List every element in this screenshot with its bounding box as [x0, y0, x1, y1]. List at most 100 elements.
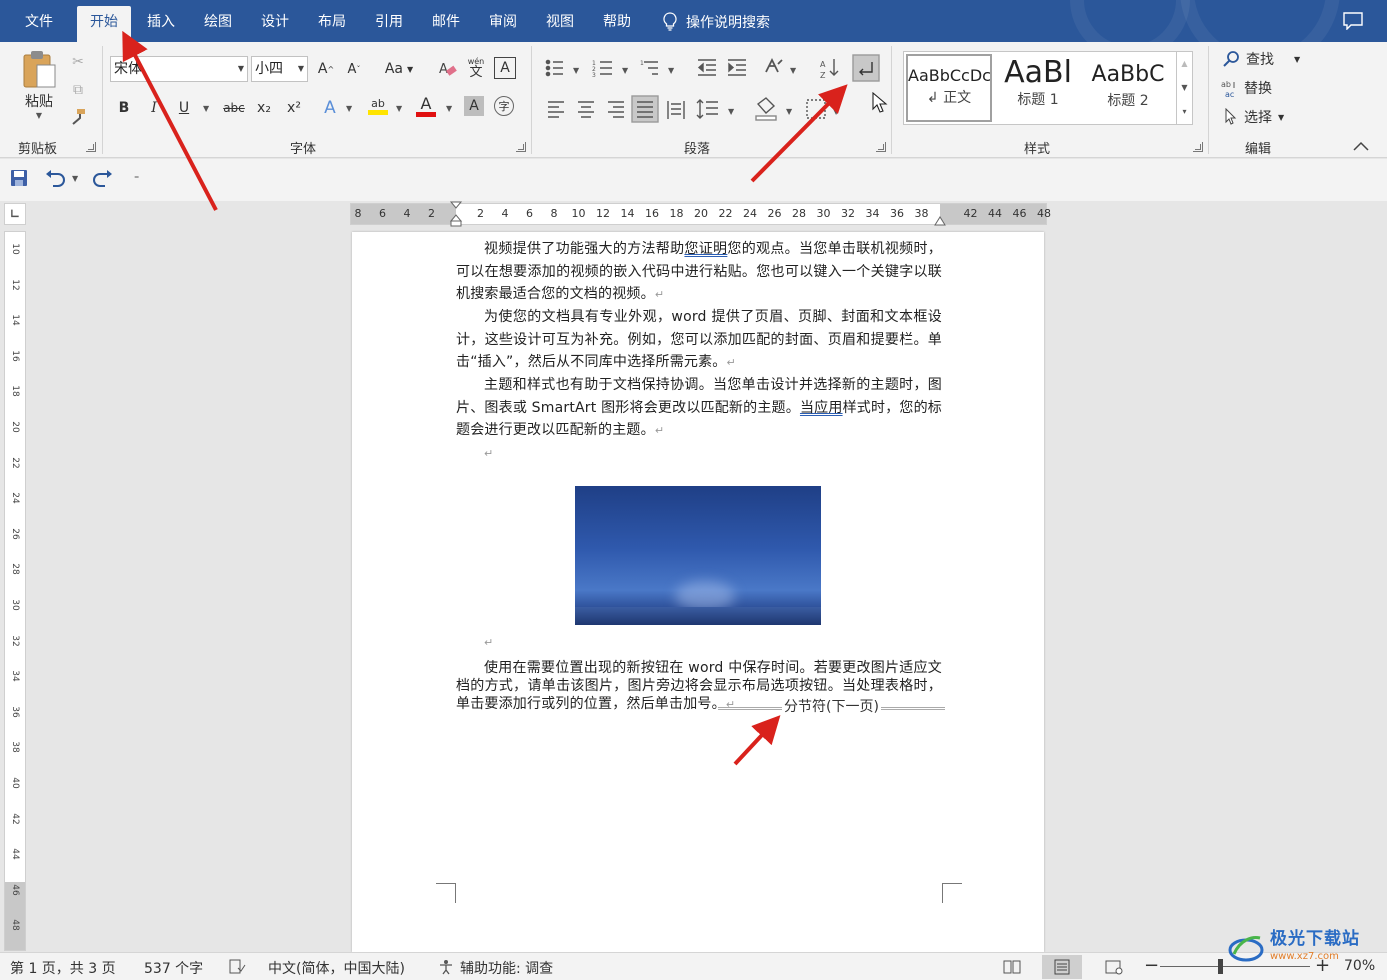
svg-text:▼: ▼ [786, 107, 793, 116]
clipboard-launcher-icon[interactable] [86, 142, 96, 152]
tell-me-label: 操作说明搜索 [686, 15, 770, 31]
justify-button[interactable] [632, 96, 656, 120]
accessibility-status[interactable]: 辅助功能: 调查 [460, 958, 553, 978]
paragraph-launcher-icon[interactable] [876, 142, 886, 152]
paragraph-1[interactable]: 视频提供了功能强大的方法帮助您证明您的观点。当您单击联机视频时，可以在想要添加的… [456, 238, 942, 307]
strikethrough-button[interactable]: abc [219, 96, 249, 120]
tab-layout[interactable]: 布局 [307, 8, 357, 42]
tab-view[interactable]: 视图 [535, 8, 585, 42]
copy-button[interactable]: ⧉ [66, 78, 90, 102]
zoom-out-icon[interactable]: − [1144, 955, 1159, 976]
chevron-down-icon[interactable]: ▼ [203, 104, 209, 113]
character-border-label: A [500, 60, 510, 76]
style-heading-1[interactable]: AaBl 标题 1 [996, 54, 1080, 122]
print-layout-button[interactable] [1042, 955, 1082, 979]
subscript-label: x₂ [257, 100, 271, 116]
enclose-characters-button[interactable]: 字 [494, 96, 514, 116]
shrink-font-button[interactable]: Aˇ [342, 57, 366, 81]
format-painter-button[interactable] [66, 104, 90, 128]
accessibility-icon[interactable] [438, 959, 456, 975]
language[interactable]: 中文(简体，中国大陆) [268, 958, 405, 978]
chevron-down-icon: ▼ [237, 64, 244, 73]
change-case-button[interactable]: Aa ▼ [380, 57, 418, 81]
tab-references[interactable]: 引用 [364, 8, 414, 42]
bullets-icon [545, 59, 563, 77]
redo-icon[interactable] [92, 169, 114, 187]
vertical-ruler[interactable]: 10 12 14 16 18 20 22 24 26 28 30 32 34 36 38 40 42 44 46 48 [4, 231, 26, 951]
tab-mailings[interactable]: 邮件 [421, 8, 471, 42]
undo-icon[interactable] [44, 169, 66, 187]
show-hide-marks-button[interactable] [853, 55, 877, 79]
section-break-next-page[interactable]: 分节符(下一页) [718, 697, 945, 715]
svg-text:▼: ▼ [728, 107, 735, 116]
font-color-swatch [416, 111, 436, 117]
font-name-combo[interactable]: 宋体 ▼ [110, 56, 248, 82]
tab-help[interactable]: 帮助 [592, 8, 642, 42]
underline-button[interactable]: U [172, 96, 196, 120]
paragraph-3[interactable]: 主题和样式也有助于文档保持协调。当您单击设计并选择新的主题时，图片、图表或 Sm… [456, 374, 942, 443]
tab-design[interactable]: 设计 [250, 8, 300, 42]
tab-selector[interactable]: ∟ [4, 203, 26, 225]
svg-text:ab: ab [1221, 80, 1231, 89]
phonetic-guide-button[interactable]: wén 文 [464, 57, 488, 81]
chevron-down-icon[interactable]: ▼ [396, 104, 402, 113]
tab-file[interactable]: 文件 [14, 8, 64, 42]
style-normal[interactable]: AaBbCcDc ↲ 正文 [906, 54, 992, 122]
style-heading-2[interactable]: AaBbC 标题 2 [1084, 54, 1172, 122]
grow-font-button[interactable]: A ^ [314, 57, 338, 81]
subscript-button[interactable]: x₂ [252, 96, 276, 120]
indent-marker-icon[interactable] [449, 201, 463, 227]
text-effects-button[interactable]: A [318, 96, 342, 120]
empty-paragraph[interactable]: ↵ [456, 442, 942, 466]
gallery-up-icon[interactable]: ▲ [1176, 52, 1192, 76]
tab-insert[interactable]: 插入 [136, 8, 186, 42]
read-mode-icon[interactable] [1002, 959, 1022, 975]
tab-draw[interactable]: 绘图 [193, 8, 243, 42]
tell-me-search[interactable]: 操作说明搜索 [662, 12, 770, 32]
document-page[interactable]: 视频提供了功能强大的方法帮助您证明您的观点。当您单击联机视频时，可以在想要添加的… [352, 232, 1044, 952]
word-count[interactable]: 537 个字 [144, 958, 203, 978]
proofing-icon[interactable] [228, 959, 246, 975]
replace-button[interactable]: ab ac 替换 [1220, 77, 1272, 99]
font-launcher-icon[interactable] [516, 142, 526, 152]
empty-paragraph[interactable]: ↵ [456, 631, 942, 655]
font-size-combo[interactable]: 小四 ▼ [251, 56, 308, 82]
page-count[interactable]: 第 1 页，共 3 页 [10, 958, 116, 978]
save-icon[interactable] [10, 169, 28, 187]
collapse-ribbon-icon[interactable] [1352, 140, 1370, 152]
cut-button[interactable]: ✂ [66, 50, 90, 74]
font-color-button[interactable]: A [414, 94, 438, 118]
ruler-tick-label: 32 [10, 634, 20, 647]
ruler-tick-label: 12 [10, 278, 20, 291]
gallery-down-icon[interactable]: ▼ [1176, 76, 1192, 100]
right-indent-marker-icon[interactable] [933, 214, 947, 226]
customize-qat-icon[interactable]: ₌ [134, 171, 139, 182]
tab-review[interactable]: 审阅 [478, 8, 528, 42]
character-shading-button[interactable]: A [464, 96, 484, 116]
select-button[interactable]: 选择 ▼ [1224, 106, 1284, 128]
document-image[interactable] [575, 486, 821, 625]
bold-button[interactable]: B [112, 96, 136, 120]
find-button[interactable]: 查找 ▼ [1222, 48, 1300, 70]
horizontal-ruler[interactable]: 8 6 4 2 2 4 6 8 10 12 14 16 18 20 22 24 26 28 30 32 34 36 38 42… [350, 201, 1051, 227]
paste-button[interactable]: 粘贴 ▼ [14, 48, 64, 120]
chevron-down-icon[interactable]: ▼ [346, 104, 352, 113]
clear-formatting-button[interactable]: A [436, 57, 460, 81]
ruler-tick-label: 48 [1037, 207, 1051, 220]
character-border-button[interactable]: A [494, 57, 516, 79]
italic-button[interactable]: I [142, 96, 166, 120]
zoom-slider-thumb[interactable] [1218, 959, 1223, 974]
ruler-tick-label: 44 [988, 207, 1002, 220]
chevron-down-icon[interactable]: ▼ [446, 104, 452, 113]
highlight-button[interactable]: ab [366, 94, 390, 118]
gallery-more-icon[interactable]: ▾ [1176, 100, 1192, 124]
styles-launcher-icon[interactable] [1193, 142, 1203, 152]
superscript-button[interactable]: x² [282, 96, 306, 120]
tab-home[interactable]: 开始 [77, 6, 131, 42]
chevron-down-icon[interactable]: ▼ [72, 174, 78, 183]
replace-icon: abac [1221, 80, 1235, 98]
paragraph-2[interactable]: 为使您的文档具有专业外观，word 提供了页眉、页脚、封面和文本框设计，这些设计… [456, 306, 942, 375]
web-layout-icon[interactable] [1104, 959, 1124, 975]
comments-icon[interactable] [1343, 12, 1363, 30]
paragraph-mark-icon: ↵ [484, 447, 494, 460]
